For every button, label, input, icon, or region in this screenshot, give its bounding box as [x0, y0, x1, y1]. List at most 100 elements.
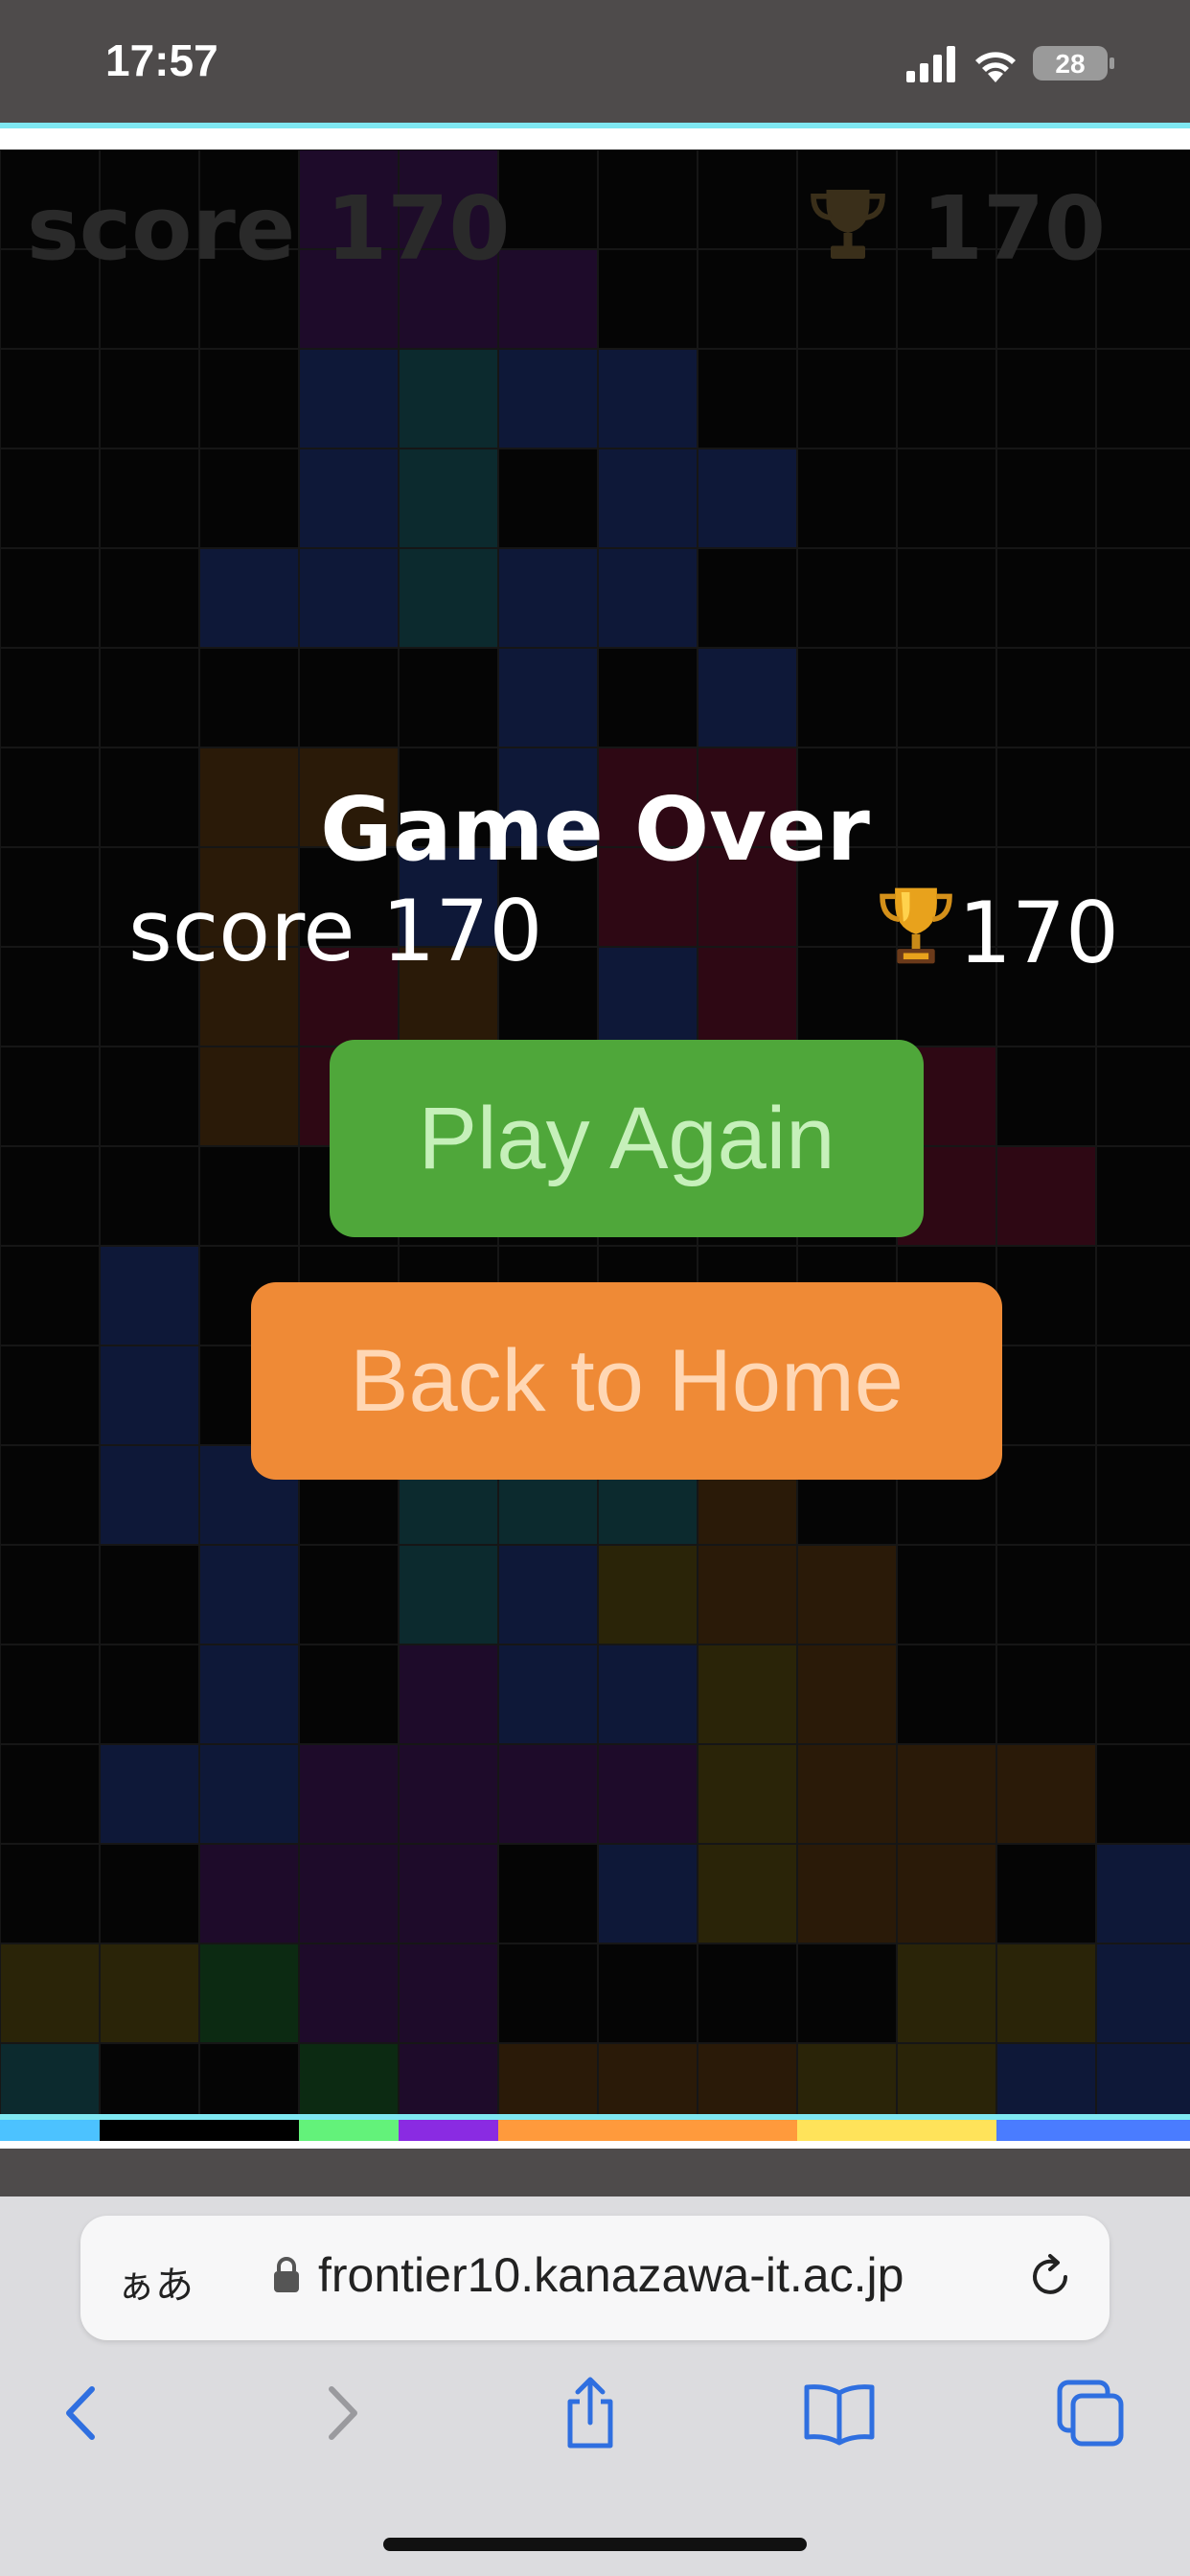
board-cell: [198, 1046, 300, 1147]
url-text[interactable]: frontier10.kanazawa-it.ac.jp: [318, 2247, 904, 2303]
board-cell: [99, 1444, 200, 1546]
board-cell: [99, 1245, 200, 1346]
board-cell: [298, 348, 400, 449]
board-cell: [995, 1245, 1097, 1346]
board-cell: [697, 547, 798, 649]
board-cell: [398, 348, 499, 449]
board-cell: [198, 647, 300, 748]
board-cell: [198, 448, 300, 549]
board-cell: [796, 1644, 898, 1745]
browser-gap: [0, 2149, 1190, 2196]
board-cell: [99, 747, 200, 848]
board-cell: [0, 348, 101, 449]
board-cell: [497, 150, 599, 250]
board-cell: [0, 1644, 101, 1745]
board-cell: [497, 248, 599, 350]
forward-button[interactable]: [303, 2375, 379, 2451]
back-to-home-button[interactable]: Back to Home: [251, 1282, 1002, 1480]
back-button[interactable]: [44, 2375, 121, 2451]
board-cell: [0, 1245, 101, 1346]
address-bar[interactable]: ぁあ frontier10.kanazawa-it.ac.jp: [80, 2216, 1110, 2340]
board-cell: [1095, 1145, 1190, 1247]
board-cell: [0, 1046, 101, 1147]
board-cell: [597, 248, 698, 350]
board-cell: [796, 2042, 898, 2114]
board-cell: [99, 1046, 200, 1147]
tabs-button[interactable]: [1052, 2375, 1129, 2451]
board-cell: [0, 846, 101, 948]
book-icon: [804, 2384, 875, 2446]
board-cell: [99, 1145, 200, 1247]
board-cell: [697, 1644, 798, 1745]
board-cell: [497, 846, 599, 948]
board-cell: [796, 1843, 898, 1944]
board-cell: [497, 1843, 599, 1944]
board-cell: [398, 448, 499, 549]
board-cell: [298, 647, 400, 748]
board-cell: [896, 747, 997, 848]
board-cell: [597, 2042, 698, 2114]
board-cell: [497, 1743, 599, 1845]
board-cell: [99, 448, 200, 549]
board-cell: [896, 1644, 997, 1745]
board-cell: [198, 1644, 300, 1745]
board-cell: [0, 1843, 101, 1944]
board-cell: [1095, 1544, 1190, 1645]
board-cell: [99, 647, 200, 748]
board-cell: [796, 1544, 898, 1645]
board-cell: [995, 448, 1097, 549]
board-cell: [398, 846, 499, 948]
reader-settings-button[interactable]: ぁあ: [117, 2254, 194, 2310]
chevron-left-icon: [66, 2386, 95, 2440]
board-cell: [995, 348, 1097, 449]
board-cell: [497, 2042, 599, 2114]
board-cell: [398, 647, 499, 748]
board-cell: [198, 1943, 300, 2044]
board-cell: [1095, 448, 1190, 549]
wifi-icon: [975, 52, 1016, 82]
share-button[interactable]: [552, 2375, 629, 2451]
board-cell: [0, 647, 101, 748]
bookmarks-button[interactable]: [801, 2375, 878, 2451]
board-cell: [896, 1943, 997, 2044]
board-cell: [1095, 1743, 1190, 1845]
board-cell: [398, 1843, 499, 1944]
board-cell: [1095, 248, 1190, 350]
board-cell: [1095, 647, 1190, 748]
board-cell: [896, 647, 997, 748]
board-cell: [796, 946, 898, 1047]
board-cell: [99, 2042, 200, 2114]
board-cell: [1095, 1843, 1190, 1944]
board-cell: [99, 1345, 200, 1446]
board-cell: [597, 647, 698, 748]
board-cell: [697, 1843, 798, 1944]
board-cell: [497, 1943, 599, 2044]
reload-icon[interactable]: [1023, 2250, 1077, 2308]
board-cell: [796, 348, 898, 449]
board-cell: [896, 2042, 997, 2114]
board-cell: [198, 747, 300, 848]
board-cell: [99, 846, 200, 948]
chevron-right-icon: [329, 2386, 357, 2440]
board-cell: [697, 150, 798, 250]
board-cell: [597, 1943, 698, 2044]
board-cell: [995, 1544, 1097, 1645]
board-cell: [298, 747, 400, 848]
board-cell: [398, 547, 499, 649]
board-cell: [298, 1544, 400, 1645]
board-cell: [398, 946, 499, 1047]
board-cell: [995, 1046, 1097, 1147]
board-cell: [198, 1843, 300, 1944]
board-cell: [896, 846, 997, 948]
board-cell: [1095, 1644, 1190, 1745]
board-cell: [995, 2042, 1097, 2114]
board-cell: [198, 1743, 300, 1845]
board-cell: [995, 1943, 1097, 2044]
play-again-button[interactable]: Play Again: [330, 1040, 924, 1237]
board-cell: [995, 946, 1097, 1047]
board-cell: [99, 547, 200, 649]
board-cell: [99, 946, 200, 1047]
board-cell: [497, 946, 599, 1047]
board-cell: [896, 547, 997, 649]
board-cell: [0, 747, 101, 848]
